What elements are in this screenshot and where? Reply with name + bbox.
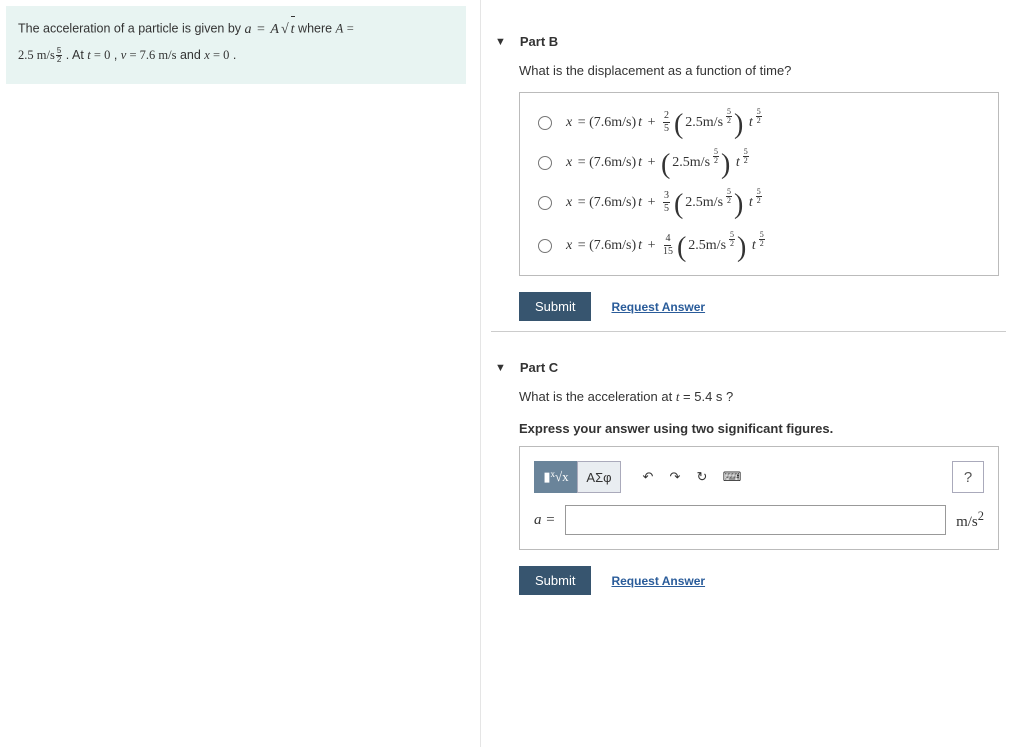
answer-unit: m/s2 [956, 509, 984, 531]
formula-toolbar: ▮x√x ΑΣφ ↶ ↷ ↻ ⌨ ? [534, 461, 984, 493]
choice-4-formula: x = (7.6m/s)t + 415 (2.5m/s52) t52 [566, 234, 765, 257]
choice-1-formula: x = (7.6m/s)t + 25 (2.5m/s52) t52 [566, 111, 762, 134]
templates-icon: ▮x√x [543, 469, 568, 485]
answer-lhs: a = [534, 512, 555, 529]
keyboard-button[interactable]: ⌨ [715, 461, 749, 493]
choice-2-formula: x = (7.6m/s)t + (2.5m/s52) t52 [566, 154, 749, 171]
problem-statement: The acceleration of a particle is given … [6, 6, 466, 84]
templates-button[interactable]: ▮x√x [534, 461, 578, 493]
part-b-title: Part B [520, 34, 558, 49]
answer-input-row: a = m/s2 [534, 505, 984, 535]
help-button[interactable]: ? [952, 461, 984, 493]
choice-4-radio[interactable] [538, 239, 552, 253]
part-c-actions: Submit Request Answer [519, 566, 1006, 595]
answer-input[interactable] [565, 505, 946, 535]
redo-button[interactable]: ↷ [661, 461, 689, 493]
choice-4[interactable]: x = (7.6m/s)t + 415 (2.5m/s52) t52 [520, 224, 998, 267]
formula-a: a [245, 17, 252, 44]
part-c-request-answer-link[interactable]: Request Answer [611, 574, 705, 588]
choice-2[interactable]: x = (7.6m/s)t + (2.5m/s52) t52 [520, 144, 998, 181]
part-c-title: Part C [520, 360, 558, 375]
part-c-submit-button[interactable]: Submit [519, 566, 591, 595]
part-b-request-answer-link[interactable]: Request Answer [611, 300, 705, 314]
collapse-icon: ▼ [495, 362, 506, 374]
part-c-answer-box: ▮x√x ΑΣφ ↶ ↷ ↻ ⌨ ? a = m/s2 [519, 446, 999, 550]
part-b-choices: x = (7.6m/s)t + 25 (2.5m/s52) t52 x = (7… [519, 92, 999, 276]
part-b-submit-button[interactable]: Submit [519, 292, 591, 321]
part-b-header[interactable]: ▼ Part B [491, 10, 1006, 61]
part-b-actions: Submit Request Answer [519, 292, 1006, 321]
part-c-header[interactable]: ▼ Part C [491, 331, 1006, 387]
answer-area: ▼ Part B What is the displacement as a f… [480, 0, 1016, 747]
part-c-question: What is the acceleration at t = 5.4 s ? [491, 387, 1006, 419]
reset-button[interactable]: ↻ [688, 461, 716, 493]
part-c-instruction: Express your answer using two significan… [491, 419, 1006, 446]
greek-button[interactable]: ΑΣφ [577, 461, 621, 493]
problem-cont: . At [66, 48, 88, 62]
choice-1-radio[interactable] [538, 116, 552, 130]
choice-3-formula: x = (7.6m/s)t + 35 (2.5m/s52) t52 [566, 191, 762, 214]
part-b-question: What is the displacement as a function o… [491, 61, 1006, 92]
collapse-icon: ▼ [495, 36, 506, 48]
A-value: 2.5 m/s [18, 48, 55, 62]
choice-2-radio[interactable] [538, 156, 552, 170]
problem-text-1: The acceleration of a particle is given … [18, 22, 245, 36]
undo-button[interactable]: ↶ [634, 461, 662, 493]
choice-3-radio[interactable] [538, 196, 552, 210]
problem-where: where [298, 22, 336, 36]
choice-1[interactable]: x = (7.6m/s)t + 25 (2.5m/s52) t52 [520, 101, 998, 144]
choice-3[interactable]: x = (7.6m/s)t + 35 (2.5m/s52) t52 [520, 181, 998, 224]
